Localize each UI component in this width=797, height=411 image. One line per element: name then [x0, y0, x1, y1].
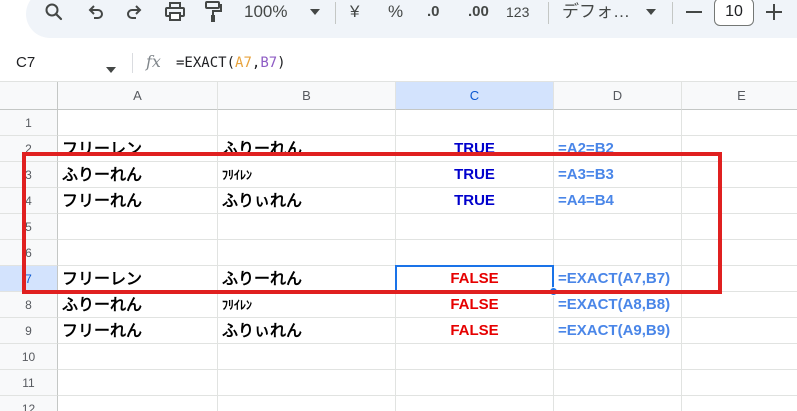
cell-c8[interactable]: FALSE [396, 292, 554, 318]
cell-c9[interactable]: FALSE [396, 318, 554, 344]
cell-c10[interactable] [396, 344, 554, 370]
cell-e8[interactable] [682, 292, 797, 318]
cell-b9[interactable]: ふりぃれん [218, 318, 396, 344]
cell-b10[interactable] [218, 344, 396, 370]
row-header-10[interactable]: 10 [0, 344, 58, 370]
cell-b11[interactable] [218, 370, 396, 396]
cell-a1[interactable] [58, 110, 218, 136]
chevron-down-icon[interactable] [308, 0, 322, 24]
increase-decimal-button[interactable]: .00 [468, 0, 489, 24]
search-icon[interactable] [42, 0, 66, 24]
fx-icon: fx [146, 52, 161, 71]
decrease-decimal-button[interactable]: .0 [427, 0, 440, 24]
font-size-input[interactable]: 10 [714, 0, 754, 26]
formula-suffix: ) [277, 55, 286, 71]
cell-b1[interactable] [218, 110, 396, 136]
formula-ref-2: B7 [260, 55, 278, 71]
row-header-1[interactable]: 1 [0, 110, 58, 136]
formula-input[interactable]: =EXACT(A7,B7) [176, 44, 286, 82]
cell-e11[interactable] [682, 370, 797, 396]
chevron-down-icon[interactable] [644, 0, 658, 24]
column-header-a[interactable]: A [58, 82, 218, 110]
row-header-9[interactable]: 9 [0, 318, 58, 344]
currency-format-button[interactable]: ¥ [350, 0, 359, 24]
cell-value: =EXACT(A8,B8) [558, 296, 671, 313]
undo-icon[interactable] [84, 0, 108, 24]
cell-a9[interactable]: フリーれん [58, 318, 218, 344]
cell-e12[interactable] [682, 396, 797, 411]
column-header-e[interactable]: E [682, 82, 797, 110]
minus-icon[interactable] [684, 0, 704, 24]
cell-e10[interactable] [682, 344, 797, 370]
select-all-corner[interactable] [0, 82, 58, 110]
cell-c1[interactable] [396, 110, 554, 136]
row-header-12[interactable]: 12 [0, 396, 58, 411]
cell-c12[interactable] [396, 396, 554, 411]
cell-b12[interactable] [218, 396, 396, 411]
percent-format-button[interactable]: % [388, 0, 403, 24]
cell-b8[interactable]: ﾌﾘｲﾚﾝ [218, 292, 396, 318]
formula-bar-divider [132, 53, 133, 73]
cell-value: ふりーれん [62, 295, 143, 314]
toolbar: 100% ¥ % .0 .00 123 デフォ… 10 [0, 0, 797, 44]
cell-d10[interactable] [554, 344, 682, 370]
formula-bar: C7 fx =EXACT(A7,B7) [0, 44, 797, 82]
cell-value: =EXACT(A9,B9) [558, 322, 671, 339]
cell-d11[interactable] [554, 370, 682, 396]
zoom-select[interactable]: 100% [244, 0, 287, 24]
cell-c11[interactable] [396, 370, 554, 396]
plus-icon[interactable] [764, 0, 784, 24]
cell-a11[interactable] [58, 370, 218, 396]
toolbar-divider [672, 2, 673, 24]
toolbar-divider [335, 2, 336, 24]
cell-value: フリーれん [62, 321, 143, 340]
formula-prefix: =EXACT( [176, 55, 236, 71]
cell-e1[interactable] [682, 110, 797, 136]
row-header-11[interactable]: 11 [0, 370, 58, 396]
toolbar-divider [548, 2, 549, 24]
more-formats-button[interactable]: 123 [506, 0, 529, 24]
cell-value: FALSE [450, 322, 499, 339]
print-icon[interactable] [163, 0, 187, 24]
chevron-down-icon[interactable] [106, 58, 116, 77]
cell-d9[interactable]: =EXACT(A9,B9) [554, 318, 682, 344]
formula-ref-1: A7 [235, 55, 252, 71]
cell-a12[interactable] [58, 396, 218, 411]
redo-icon[interactable] [122, 0, 146, 24]
cell-value: ふりぃれん [222, 321, 303, 340]
cell-d8[interactable]: =EXACT(A8,B8) [554, 292, 682, 318]
row-header-8[interactable]: 8 [0, 292, 58, 318]
column-header-b[interactable]: B [218, 82, 396, 110]
column-header-c[interactable]: C [396, 82, 554, 110]
cell-value: FALSE [450, 296, 499, 313]
cell-a8[interactable]: ふりーれん [58, 292, 218, 318]
cell-value: ﾌﾘｲﾚﾝ [222, 298, 253, 312]
paint-format-icon[interactable] [201, 0, 225, 24]
column-header-d[interactable]: D [554, 82, 682, 110]
cell-d1[interactable] [554, 110, 682, 136]
font-family-select[interactable]: デフォ… [562, 0, 630, 24]
red-highlight-box [22, 152, 722, 294]
name-box[interactable]: C7 [16, 44, 116, 82]
cell-d12[interactable] [554, 396, 682, 411]
cell-a10[interactable] [58, 344, 218, 370]
cell-e9[interactable] [682, 318, 797, 344]
